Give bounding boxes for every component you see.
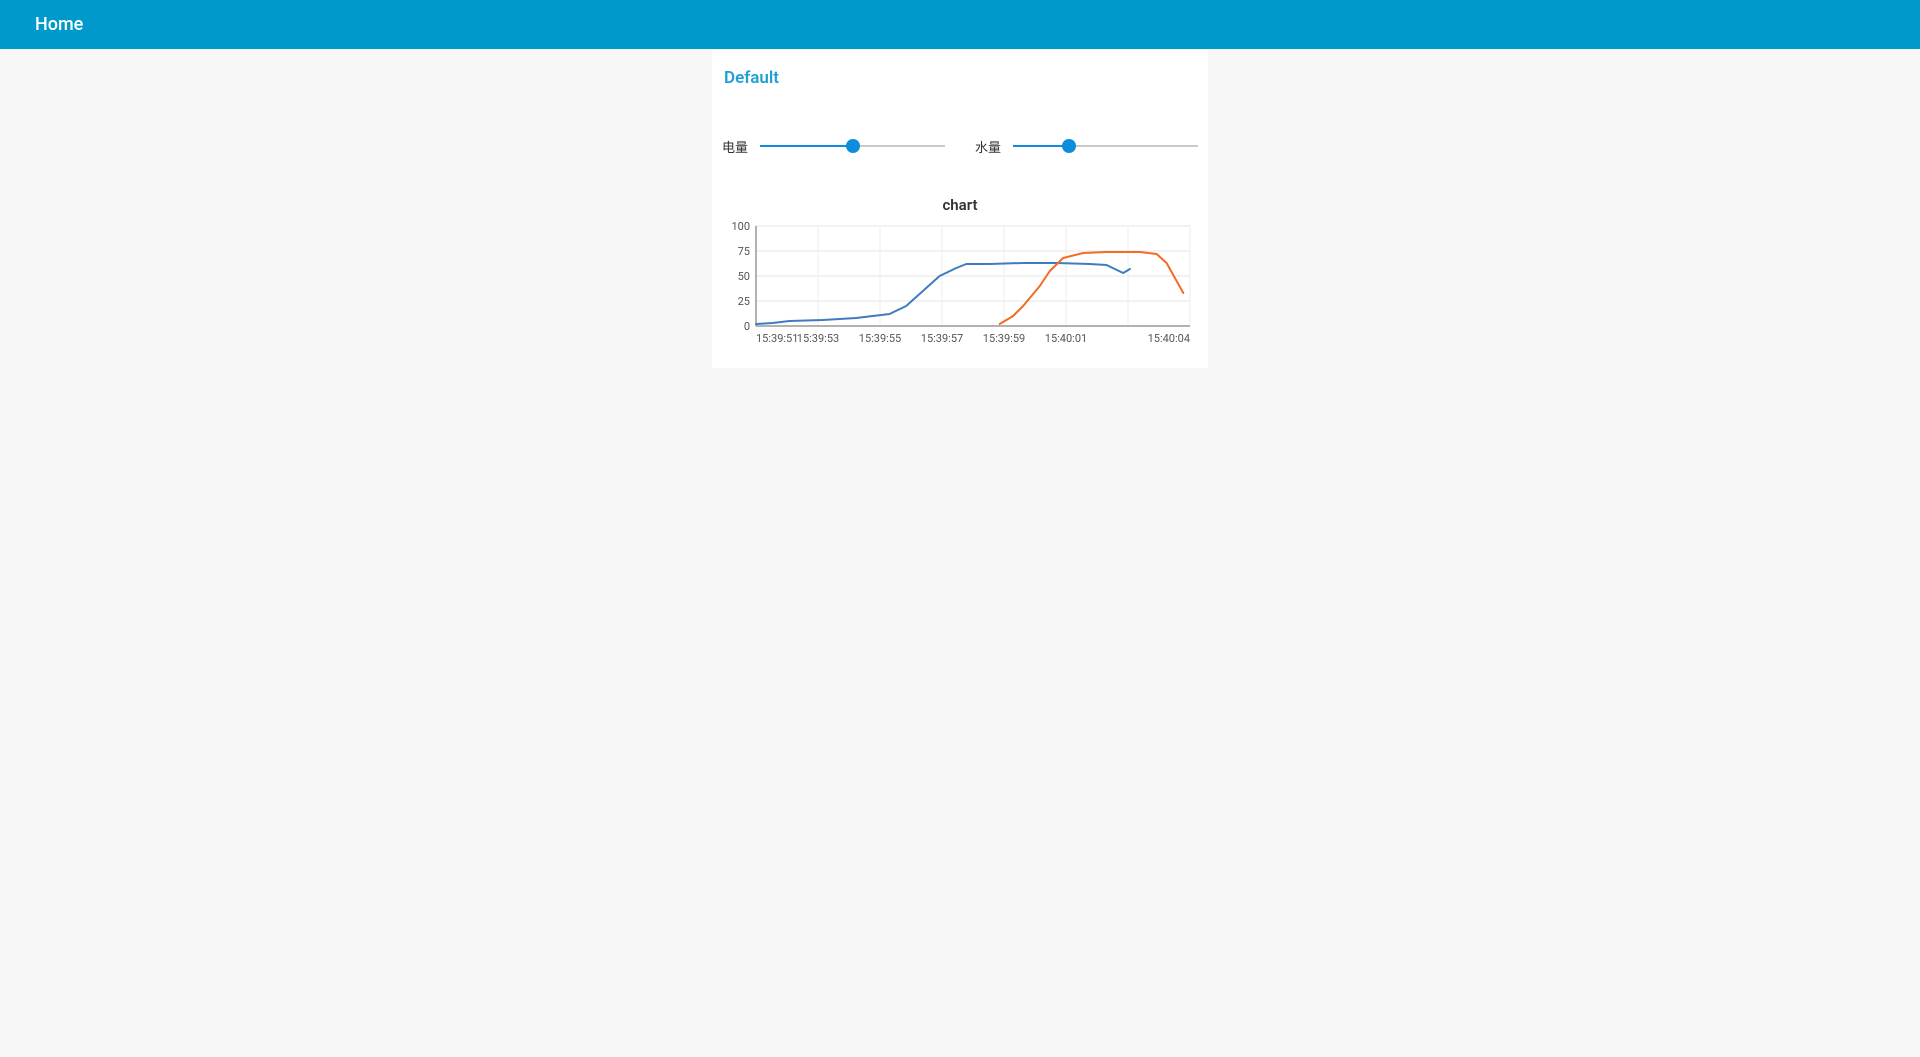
y-tick-label: 100 [731,220,750,233]
x-tick-label: 15:40:04 [1148,332,1190,345]
y-tick-label: 50 [738,270,750,283]
slider-water-track[interactable] [1013,136,1198,156]
x-tick-label: 15:39:59 [983,332,1025,345]
slider-water-thumb[interactable] [1062,139,1076,153]
x-tick-label: 15:39:55 [859,332,901,345]
x-tick-label: 15:39:53 [797,332,839,345]
slider-electricity: 电量 [722,136,945,156]
main-card: Default 电量 水量 chart [712,49,1208,368]
chart-container: chart 0 25 50 75 100 15:39:5115:39:53 15:39:55… [722,166,1198,354]
slider-electricity-fill [760,145,853,147]
y-tick-label: 0 [744,320,750,333]
page-body: Default 电量 水量 chart [0,49,1920,368]
y-tick-label: 25 [738,295,750,308]
y-tick-label: 75 [738,245,750,258]
segment-default: Default [722,68,1198,106]
slider-water-label: 水量 [975,137,1013,156]
app-header: Home [0,0,1920,49]
slider-water: 水量 [975,136,1198,156]
slider-electricity-label: 电量 [722,137,760,156]
slider-water-fill [1013,145,1069,147]
x-tick-label: 15:40:01 [1045,332,1087,345]
chart-series-电量 [756,263,1130,324]
chart-title: chart [722,196,1198,214]
line-chart: 0 25 50 75 100 15:39:5115:39:53 15:39:55 15:39:… [722,220,1198,350]
sliders-row: 电量 水量 [722,106,1198,166]
home-link[interactable]: Home [35,14,83,35]
x-tick-label: 15:39:51 [756,332,798,345]
x-tick-label: 15:39:57 [921,332,963,345]
slider-electricity-track[interactable] [760,136,945,156]
slider-electricity-thumb[interactable] [846,139,860,153]
segment-title: Default [722,68,1198,88]
